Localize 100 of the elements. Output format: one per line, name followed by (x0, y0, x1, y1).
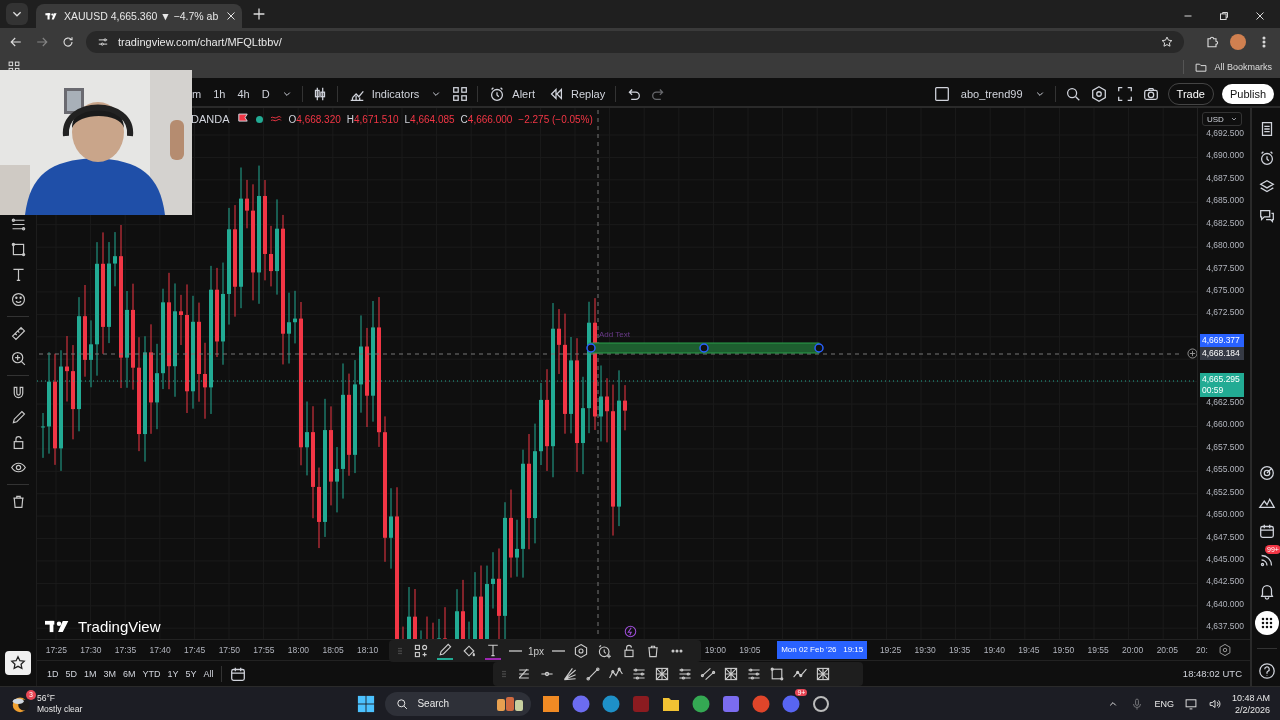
calendar-icon[interactable] (1258, 522, 1276, 540)
ruler-icon[interactable] (9, 325, 27, 342)
camera-icon[interactable] (1141, 85, 1160, 103)
restore-icon[interactable] (1217, 9, 1231, 23)
people-app-icon[interactable] (721, 693, 742, 714)
profile-avatar[interactable] (1230, 34, 1246, 50)
range-button[interactable]: 5D (65, 668, 78, 679)
settings-icon[interactable] (1089, 85, 1108, 103)
interval-button[interactable]: D (259, 86, 272, 102)
grid-icon[interactable] (723, 666, 739, 682)
settings-icon[interactable] (1218, 643, 1232, 658)
currency-select[interactable]: USD (1202, 112, 1242, 126)
time-label: 19:30 (913, 645, 937, 656)
range-button[interactable]: 1Y (167, 668, 179, 679)
plus-circle-icon[interactable] (1186, 347, 1197, 360)
site-settings-icon[interactable] (96, 35, 110, 49)
range-button[interactable]: All (203, 668, 214, 679)
apps-button[interactable] (1255, 611, 1279, 635)
range-button[interactable]: 5Y (185, 668, 197, 679)
channel-icon[interactable] (700, 666, 716, 682)
search-field[interactable]: Search (385, 691, 532, 716)
line-width-button[interactable]: 1px (509, 645, 545, 657)
dots-grid-icon (1259, 615, 1275, 631)
browser-tab[interactable]: XAUUSD 4,665.360 ▼ −4.7% ab (36, 4, 242, 28)
bookmarks-folder[interactable]: All Bookmarks (1183, 60, 1272, 74)
text-tool-icon[interactable] (485, 642, 501, 660)
time-label: 17:30 (79, 645, 103, 656)
lines-icon[interactable] (516, 666, 532, 682)
ohlc-value: L4,664.085 (404, 113, 455, 125)
favorites-button[interactable] (5, 651, 31, 675)
square-icon[interactable] (932, 85, 951, 103)
range-button[interactable]: 1D (47, 668, 59, 679)
time-label: 17:55 (252, 645, 276, 656)
publish-button[interactable]: Publish (1221, 84, 1274, 104)
time-label: 17:50 (217, 645, 241, 656)
game-app-icon[interactable] (751, 693, 772, 714)
thumbnail-icon (495, 694, 526, 713)
date[interactable]: 2/2/2026 (1234, 703, 1270, 716)
chat-app-icon[interactable] (781, 693, 802, 714)
tab-list-button[interactable] (6, 3, 28, 25)
time-label: 20:05 (1155, 645, 1179, 656)
range-button[interactable]: 6M (123, 668, 136, 679)
price-label: 4,692.500 (1206, 128, 1244, 138)
rectangle-drawing[interactable] (585, 340, 825, 356)
rectangle-icon[interactable] (9, 241, 27, 258)
horizontal-lines-icon[interactable] (9, 216, 27, 233)
address-field[interactable]: tradingview.com/chart/MFQLtbbv/ (86, 31, 1184, 53)
time-label: 19:45 (1017, 645, 1041, 656)
star-icon[interactable] (1160, 35, 1174, 49)
rows-icon[interactable] (631, 666, 647, 682)
interval-button[interactable]: 1h (211, 86, 228, 102)
help-icon[interactable] (1258, 662, 1276, 680)
time-label: 18:10 (356, 645, 380, 656)
search-icon (395, 696, 410, 711)
language-indicator[interactable]: ENG (1154, 698, 1174, 709)
range-button[interactable]: 1M (84, 668, 97, 679)
zoom-in-icon[interactable] (9, 350, 27, 367)
extensions-icon[interactable] (1204, 34, 1220, 50)
interval-button[interactable]: m (190, 86, 204, 102)
replay-button[interactable]: Replay (544, 83, 608, 105)
bell-icon[interactable] (1258, 582, 1276, 600)
weather-description: Mostly clear (37, 703, 83, 715)
price-label: 4,645.000 (1206, 553, 1244, 564)
lightning-icon[interactable] (623, 624, 638, 639)
time-label: 19:40 (982, 645, 1006, 656)
pencil-icon[interactable] (437, 642, 453, 660)
line-style-icon[interactable] (552, 650, 566, 652)
price-label: 4,647.500 (1206, 531, 1244, 542)
tab-title: XAUUSD 4,665.360 ▼ −4.7% ab (64, 10, 219, 22)
layout-button[interactable]: abo_trend99 (958, 86, 1025, 102)
range-button[interactable]: YTD (142, 668, 161, 679)
trend-line-icon[interactable] (585, 666, 601, 682)
alarm-clock-icon[interactable] (1258, 149, 1276, 167)
monitor-icon[interactable] (1184, 696, 1198, 711)
shapes-icon[interactable] (413, 643, 429, 659)
alert-button[interactable]: Alert (486, 83, 537, 105)
fill-bucket-icon[interactable] (461, 643, 477, 659)
start-icon[interactable] (357, 694, 376, 713)
fullscreen-icon[interactable] (1115, 85, 1134, 103)
clock[interactable]: 10:48 AM (1232, 691, 1270, 704)
price-label: 4,680.000 (1206, 240, 1244, 251)
alarm-plus-icon[interactable] (597, 643, 614, 659)
settings-icon[interactable] (573, 643, 590, 659)
interval-button[interactable]: 4h (235, 86, 252, 102)
range-button[interactable]: 3M (103, 668, 117, 679)
grid-icon[interactable] (654, 666, 670, 682)
target-icon[interactable] (1258, 464, 1276, 482)
time-label: 19:35 (948, 645, 972, 656)
templates-icon[interactable] (451, 85, 470, 103)
price-label: 4,687.500 (1206, 172, 1244, 183)
rows-icon[interactable] (746, 666, 762, 682)
grid-icon[interactable] (815, 666, 831, 682)
fan-icon[interactable] (562, 666, 578, 682)
indicators-button[interactable]: Indicators (345, 83, 422, 105)
rows-icon[interactable] (677, 666, 693, 682)
time-label: 20:00 (1121, 645, 1145, 656)
smiley-icon[interactable] (9, 291, 27, 308)
rectangle-icon[interactable] (769, 666, 785, 682)
chat-icon[interactable] (1258, 207, 1276, 225)
reload-icon[interactable] (60, 34, 76, 50)
